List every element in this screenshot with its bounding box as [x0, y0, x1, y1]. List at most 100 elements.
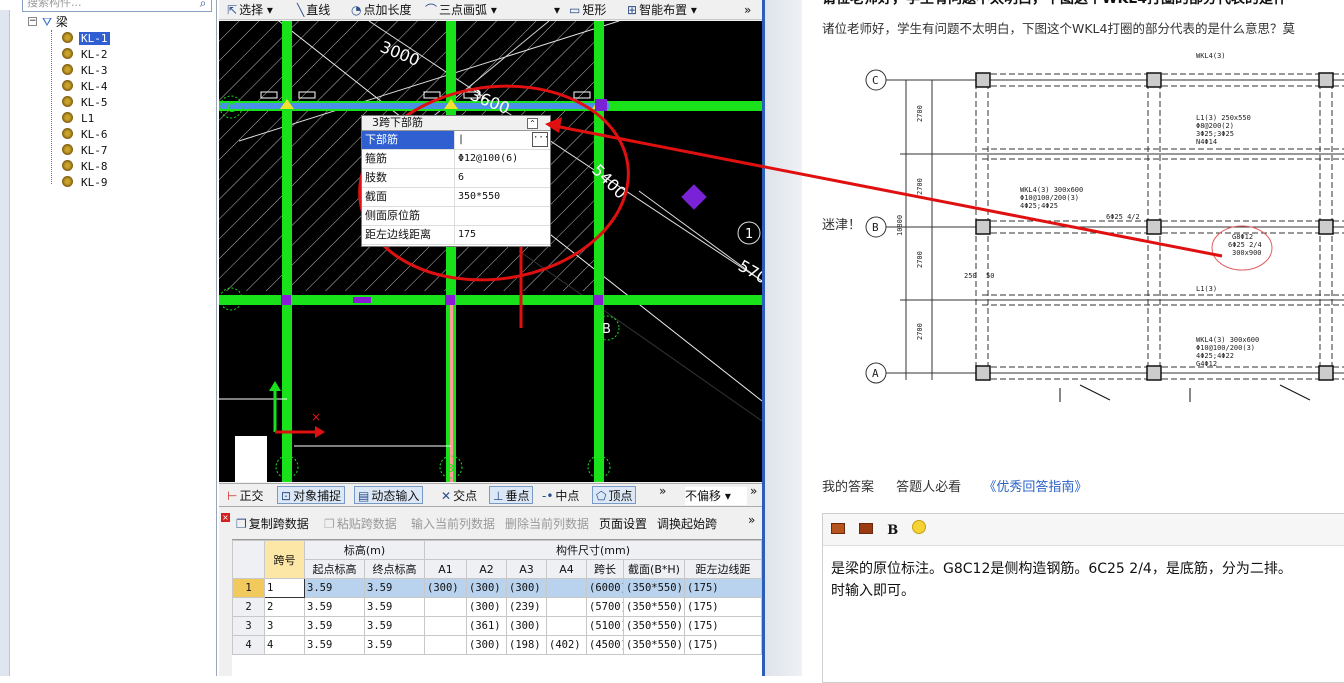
more-icon[interactable]: » [748, 511, 755, 529]
close-icon[interactable]: × [221, 513, 230, 522]
tree-item-kl4[interactable]: KL-4 [62, 79, 110, 95]
arc-button[interactable]: ⌒ 三点画弧 ▾ [425, 1, 497, 19]
beam-horizontal[interactable] [219, 295, 762, 305]
cad-canvas[interactable]: B C B 1 2 3 4 3000 3600 5400 570 × [219, 21, 762, 482]
swap-start-span-button[interactable]: 调换起始跨 [657, 515, 717, 533]
select-button[interactable]: ⇱ 选择 ▾ [227, 1, 273, 19]
question-text: 诸位老师好，学生有问题不太明白，下图这个WKL4打圈的部分代表的是什么意思？莫 [822, 21, 1295, 36]
perpendicular-icon: ⊥ [493, 489, 504, 503]
table-row[interactable]: 2 2 3.59 3.59 (300) (239) (5700) (350*55… [232, 597, 763, 617]
tree-item-kl6[interactable]: KL-6 [62, 127, 110, 143]
intersect-snap[interactable]: ✕ 交点 [441, 487, 477, 505]
popup-row-bottom-rebar[interactable]: 下部筋 | ··· [362, 131, 550, 150]
header-end-elev: 终点标高 [364, 559, 425, 579]
ellipsis-button[interactable]: ··· [532, 132, 549, 147]
dimension-label: 50 [986, 272, 994, 280]
line-icon: ╲ [297, 3, 305, 17]
tree-item-kl1[interactable]: KL-1 [62, 31, 110, 47]
more-icon[interactable]: » [744, 1, 751, 19]
delete-column-button[interactable]: 删除当前列数据 [505, 515, 589, 533]
axis-label: C [227, 101, 235, 115]
popup-row-section[interactable]: 截面 350*550 [362, 188, 550, 207]
tree-item-kl5[interactable]: KL-5 [62, 95, 110, 111]
selected-beam-kl1[interactable] [219, 103, 609, 109]
more-icon[interactable]: » [659, 482, 666, 500]
editor-toolbar: B [823, 514, 1344, 546]
offset-select[interactable]: 不偏移 ▾ [685, 487, 747, 505]
search-icon[interactable]: ⌕ [194, 0, 212, 12]
span-data-table[interactable]: 跨号 标高(m) 构件尺寸(mm) 起点标高 终点标高 A1 A2 A3 A4 … [232, 539, 763, 676]
component-icon [62, 32, 73, 43]
popup-row-legs[interactable]: 肢数 6 [362, 169, 550, 188]
axis-label: 1 [745, 227, 753, 242]
popup-row-stirrup[interactable]: 箍筋 Φ12@100(6) [362, 150, 550, 169]
tree-item-kl9[interactable]: KL-9 [62, 175, 110, 191]
dropdown-arrow[interactable]: ▾ [554, 1, 560, 19]
tree-item-kl7[interactable]: KL-7 [62, 143, 110, 159]
component-icon [62, 96, 73, 107]
axis-label: 3 [447, 462, 454, 475]
table-row[interactable]: 3 3 3.59 3.59 (361) (300) (5100) (350*55… [232, 616, 763, 636]
rect-icon: ▭ [569, 3, 581, 17]
tree-item-kl8[interactable]: KL-8 [62, 159, 110, 175]
header-span: 跨号 [264, 540, 305, 579]
drawing-annotation: Φ8@200(2) [1196, 122, 1234, 130]
page-setup-button[interactable]: 页面设置 [599, 515, 647, 533]
object-snap-toggle[interactable]: ⊡ 对象捕捉 [277, 486, 346, 504]
table-row[interactable]: 1 1 3.59 3.59 (300) (300) (300) (6000) (… [232, 578, 763, 598]
paste-span-button[interactable]: ❐ 粘贴跨数据 [324, 515, 397, 533]
vertex-snap[interactable]: ⬠ 顶点 [592, 486, 637, 504]
popup-collapse-icon[interactable]: ⌃ [527, 118, 538, 129]
tab-must-read[interactable]: 答题人必看 [896, 480, 961, 495]
guide-link[interactable]: 《优秀回答指南》 [983, 480, 1087, 495]
tree-item-kl3[interactable]: KL-3 [62, 63, 110, 79]
image-icon[interactable] [831, 523, 845, 534]
beam-vertical[interactable] [282, 21, 292, 482]
perpendicular-snap[interactable]: ⊥ 垂点 [489, 486, 534, 504]
answer-text[interactable]: 是梁的原位标注。G8C12是侧构造钢筋。6C25 2/4，是底筋，分为二排。 时… [823, 546, 1344, 602]
ortho-toggle[interactable]: ⊢ 正交 [227, 487, 263, 505]
header-size: 构件尺寸(mm) [423, 540, 763, 560]
dimension-label: 2700 [916, 105, 924, 122]
axis-a-label: A [872, 367, 879, 380]
point-length-button[interactable]: ◔ 点加长度 [351, 1, 412, 19]
left-scrollbar[interactable] [0, 10, 10, 676]
component-icon [62, 160, 73, 171]
insert-image-icon[interactable] [859, 523, 874, 534]
bold-button[interactable]: B [887, 523, 898, 538]
component-icon [62, 144, 73, 155]
emoji-icon[interactable] [912, 520, 927, 534]
line-button[interactable]: ╲ 直线 [297, 1, 330, 19]
dynamic-input-toggle[interactable]: ▤ 动态输入 [354, 486, 424, 504]
tree-item-kl2[interactable]: KL-2 [62, 47, 110, 63]
copy-span-button[interactable]: ❐ 复制跨数据 [236, 515, 309, 533]
ortho-icon: ⊢ [227, 489, 238, 503]
component-icon [62, 112, 73, 123]
component-icon [62, 128, 73, 139]
popup-row-left-dist[interactable]: 距左边线距离 175 [362, 226, 550, 245]
bottom-rebar-input[interactable]: | ··· [455, 131, 550, 149]
input-column-button[interactable]: 输入当前列数据 [411, 515, 495, 533]
beam-plan-drawing: C B A WKL4(3) L1(3) 250x550 Φ8@200(2) 3Φ… [865, 52, 1344, 402]
midpoint-snap[interactable]: -• 中点 [542, 487, 579, 505]
smart-layout-button[interactable]: ⊞ 智能布置 ▾ [627, 1, 697, 19]
drawing-annotation: G4Φ12 [1196, 360, 1217, 368]
intersect-icon: ✕ [441, 489, 452, 503]
answer-editor[interactable]: B 是梁的原位标注。G8C12是侧构造钢筋。6C25 2/4，是底筋，分为二排。… [822, 513, 1344, 683]
component-tree-panel: 搜索构件... ⌕ − ⛛ 梁 KL-1 KL-2 KL-3 KL-4 KL-5… [0, 0, 217, 676]
beam-vertical[interactable] [594, 21, 604, 482]
tree-search-input[interactable]: 搜索构件... [22, 0, 212, 12]
tree-root-beam[interactable]: ⛛ 梁 [42, 14, 68, 30]
rect-button[interactable]: ▭ 矩形 [569, 1, 606, 19]
tree-item-l1[interactable]: L1 [62, 111, 96, 127]
popup-row-side-rebar[interactable]: 侧面原位筋 [362, 207, 550, 226]
drawing-annotation: 6Φ25 2/4 [1228, 241, 1262, 249]
collapse-icon[interactable]: − [28, 17, 37, 26]
more-icon[interactable]: » [750, 482, 757, 500]
popup-title: 3跨下部筋 [362, 116, 550, 131]
component-icon [62, 80, 73, 91]
dimension-label: 10800 [896, 215, 904, 236]
tab-my-answer[interactable]: 我的答案 [822, 480, 874, 495]
table-row[interactable]: 4 4 3.59 3.59 (300) (198) (402) (4500) (… [232, 635, 763, 655]
dimension-label: 570 [735, 256, 762, 288]
